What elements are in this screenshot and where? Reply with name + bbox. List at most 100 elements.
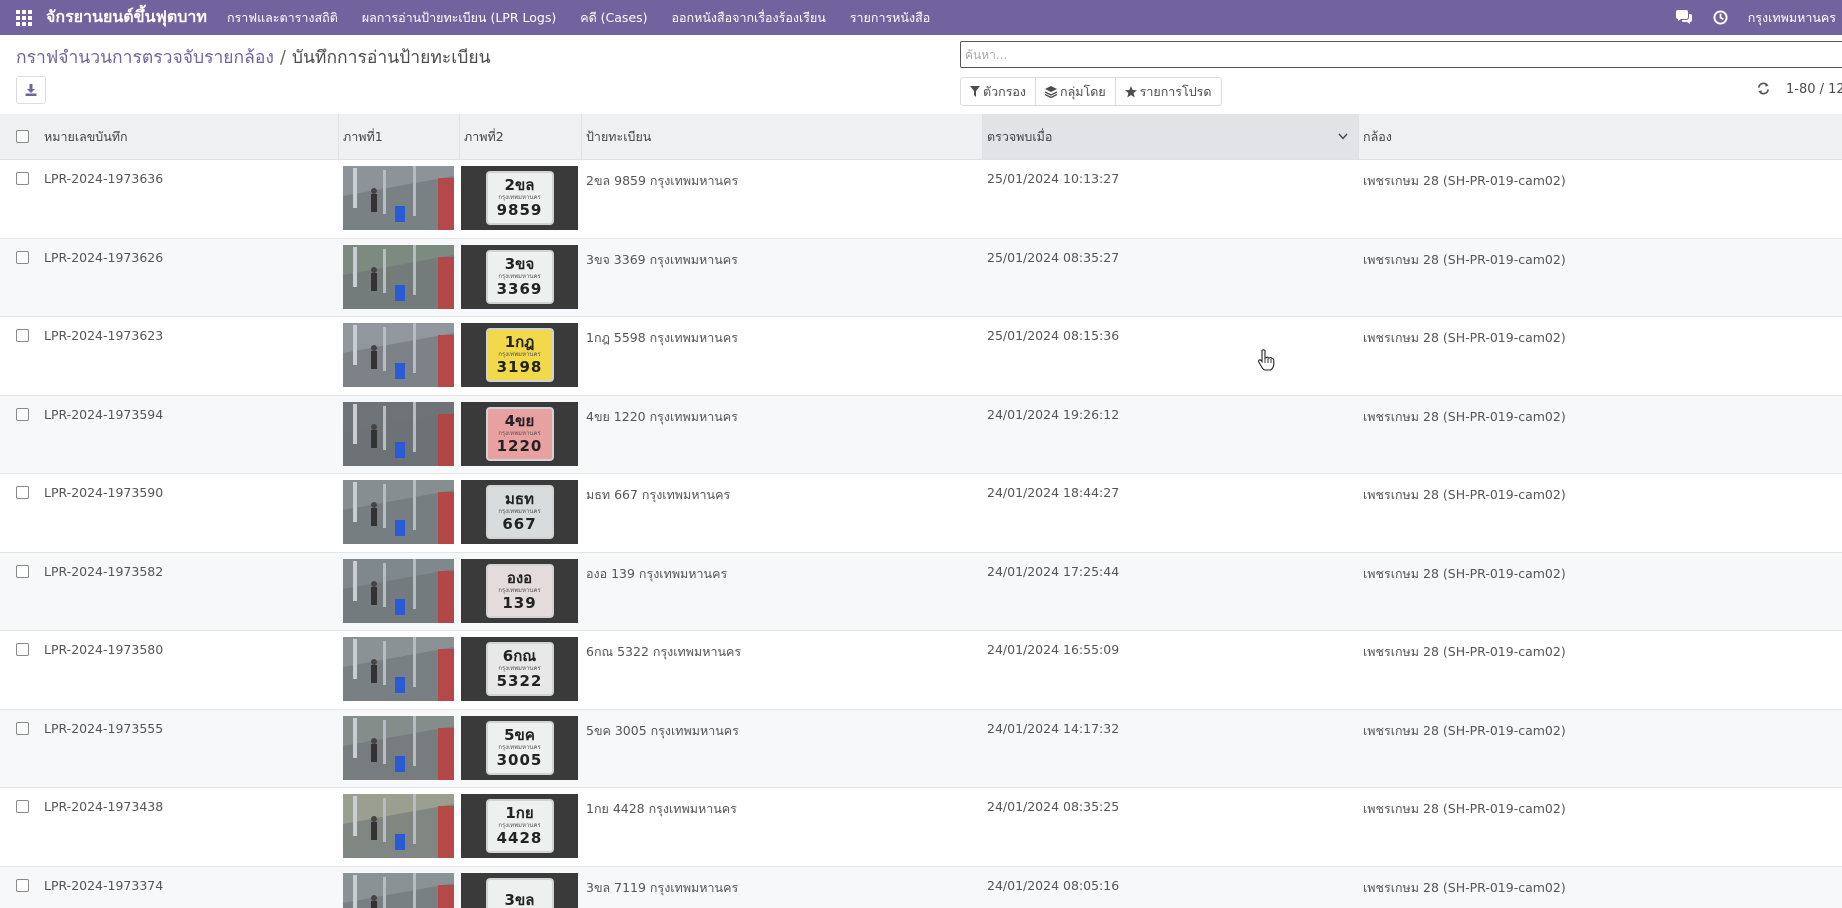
column-header-image1[interactable]: ภาพที่1 [339,114,459,159]
app-brand[interactable]: จักรยานยนต์ขึ้นฟุตบาท [46,5,207,30]
column-label: ภาพที่1 [343,128,383,144]
table-row[interactable]: LPR-2024-1973626 3ขจ กรุงเทพมหานคร 3369 … [0,238,1842,317]
table-row[interactable]: LPR-2024-1973438 1กย กรุงเทพมหานคร 4428 … [0,788,1842,867]
plate-text: 6กณ 5322 กรุงเทพมหานคร [586,644,742,659]
select-all-checkbox[interactable] [16,130,29,143]
plate-thumbnail[interactable]: 3ขจ กรุงเทพมหานคร 3369 [461,244,578,309]
plate-image-number: 667 [502,515,537,533]
scene-thumbnail[interactable] [343,558,454,623]
row-checkbox[interactable] [16,564,29,578]
refresh-icon[interactable] [1757,82,1770,99]
table-row[interactable]: LPR-2024-1973580 6กณ กรุงเทพมหานคร 5322 … [0,631,1842,710]
row-checkbox[interactable] [16,721,29,735]
table-row[interactable]: LPR-2024-1973636 2ขล กรุงเทพมหานคร 9859 … [0,160,1842,239]
pager-value[interactable]: 1-80 / 121 [1786,82,1842,97]
menu-item-cases[interactable]: คดี (Cases) [568,8,659,28]
row-checkbox[interactable] [16,643,29,656]
breadcrumb-current: บันทึกการอ่านป้ายทะเบียน [291,48,491,68]
plate-text: 2ขล 9859 กรุงเทพมหานคร [586,173,739,188]
plate-image-top: 1กฎ [504,333,535,351]
camera-name: เพชรเกษม 28 (SH-PR-019-cam02) [1363,408,1566,424]
column-label: ตรวจพบเมื่อ [987,128,1053,144]
record-number: LPR-2024-1973580 [44,642,164,657]
table-row[interactable]: LPR-2024-1973582 องอ กรุงเทพมหานคร 139 อ… [0,552,1842,631]
plate-text: 1กย 4428 กรุงเทพมหานคร [586,801,737,816]
plate-thumbnail[interactable]: 3ขล กรุงเทพมหานคร [461,872,578,908]
navbar-right: กรุงเทพมหานคร [1675,0,1842,35]
export-button[interactable] [16,76,46,104]
plate-text: 5ขค 3005 กรุงเทพมหานคร [586,722,739,738]
table-row[interactable]: LPR-2024-1973594 4ขย กรุงเทพมหานคร 1220 … [0,395,1842,474]
menu-item-letters[interactable]: รายการหนังสือ [838,8,942,28]
plate-image-number: 139 [502,593,537,612]
plate-thumbnail[interactable]: มธท กรุงเทพมหานคร 667 [461,480,578,544]
chat-icon[interactable] [1675,10,1693,25]
download-icon [25,84,37,96]
user-menu[interactable]: กรุงเทพมหานคร [1748,8,1836,28]
plate-thumbnail[interactable]: 1กฎ กรุงเทพมหานคร 3198 [461,323,578,387]
plate-thumbnail[interactable]: องอ กรุงเทพมหานคร 139 [461,558,578,623]
plate-image-number: 1220 [496,436,543,455]
groupby-label: กลุ่มโดย [1060,83,1106,99]
scene-thumbnail[interactable] [343,244,454,309]
row-checkbox[interactable] [16,486,29,499]
scene-thumbnail[interactable] [343,480,454,544]
plate-thumbnail[interactable]: 2ขล กรุงเทพมหานคร 9859 [461,166,578,230]
plate-image: 1กฎ กรุงเทพมหานคร 3198 [485,328,554,382]
plate-image-top: 1กย [505,804,534,822]
column-header-detected-at[interactable]: ตรวจพบเมื่อ [983,114,1358,159]
column-header-record-no[interactable]: หมายเลขบันทึก [40,114,338,159]
table-row[interactable]: LPR-2024-1973623 1กฎ กรุงเทพมหานคร 3198 … [0,317,1842,396]
scene-thumbnail[interactable] [343,715,454,780]
camera-name: เพชรเกษม 28 (SH-PR-019-cam02) [1363,879,1566,895]
scene-thumbnail[interactable] [343,872,454,908]
row-checkbox[interactable] [16,329,29,342]
scene-thumbnail[interactable] [343,401,454,466]
search-options: ตัวกรอง กลุ่มโดย รายการโปรด [960,77,1222,106]
sort-chevron-down-icon [1338,133,1348,140]
favorites-button[interactable]: รายการโปรด [1116,78,1221,105]
layers-icon [1045,85,1058,98]
menu-item-statistics[interactable]: กราฟและตารางสถิติ [215,8,350,28]
row-checkbox[interactable] [16,172,29,185]
row-checkbox[interactable] [16,800,29,813]
camera-name: เพชรเกษม 28 (SH-PR-019-cam02) [1363,801,1566,816]
column-header-image2[interactable]: ภาพที่2 [460,114,581,159]
plate-thumbnail[interactable]: 4ขย กรุงเทพมหานคร 1220 [461,401,578,466]
plate-thumbnail[interactable]: 1กย กรุงเทพมหานคร 4428 [461,794,578,858]
groupby-button[interactable]: กลุ่มโดย [1036,78,1116,105]
scene-thumbnail[interactable] [343,166,454,230]
detected-time: 24/01/2024 14:17:32 [987,720,1120,736]
search-input[interactable] [960,41,1842,68]
scene-thumbnail[interactable] [343,323,454,387]
menu-item-issue-letter[interactable]: ออกหนังสือจากเรื่องร้องเรียน [660,8,838,28]
table-row[interactable]: LPR-2024-1973374 3ขล กรุงเทพมหานคร 3ขล 7… [0,866,1842,908]
record-number: LPR-2024-1973438 [44,799,164,814]
camera-name: เพชรเกษม 28 (SH-PR-019-cam02) [1363,722,1566,738]
top-navbar: จักรยานยนต์ขึ้นฟุตบาท กราฟและตารางสถิติ … [0,0,1842,35]
main-menu: กราฟและตารางสถิติ ผลการอ่านป้ายทะเบียน (… [215,8,942,28]
record-number: LPR-2024-1973590 [44,485,164,500]
table-row[interactable]: LPR-2024-1973555 5ขค กรุงเทพมหานคร 3005 … [0,709,1842,788]
filter-icon [970,86,980,97]
table-row[interactable]: LPR-2024-1973590 มธท กรุงเทพมหานคร 667 ม… [0,474,1842,553]
column-header-plate[interactable]: ป้ายทะเบียน [582,114,982,159]
clock-icon[interactable] [1713,10,1728,25]
scene-thumbnail[interactable] [343,637,454,701]
column-header-camera[interactable]: กล้อง [1359,114,1842,159]
row-checkbox[interactable] [16,407,29,421]
plate-thumbnail[interactable]: 6กณ กรุงเทพมหานคร 5322 [461,637,578,701]
row-checkbox[interactable] [16,250,29,264]
camera-name: เพชรเกษม 28 (SH-PR-019-cam02) [1363,173,1566,188]
breadcrumb-parent[interactable]: กราฟจำนวนการตรวจจับรายกล้อง [16,48,274,68]
select-all-cell [16,114,29,159]
camera-name: เพชรเกษม 28 (SH-PR-019-cam02) [1363,487,1566,502]
plate-thumbnail[interactable]: 5ขค กรุงเทพมหานคร 3005 [461,715,578,780]
filter-button[interactable]: ตัวกรอง [961,78,1037,105]
scene-thumbnail[interactable] [343,794,454,858]
row-checkbox[interactable] [16,878,29,892]
menu-item-lpr-logs[interactable]: ผลการอ่านป้ายทะเบียน (LPR Logs) [350,8,568,28]
column-label: ภาพที่2 [464,128,504,144]
plate-image-top: 5ขค [504,725,535,744]
apps-menu-icon[interactable] [16,9,32,26]
